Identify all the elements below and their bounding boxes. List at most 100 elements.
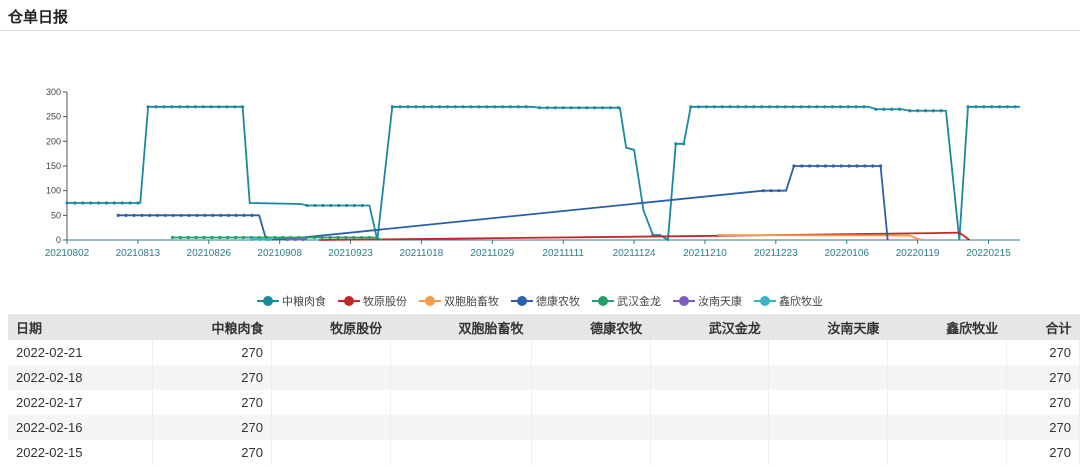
series-3	[116, 164, 889, 241]
column-header[interactable]: 德康农牧	[531, 314, 651, 340]
legend-item[interactable]: 中粮肉食	[257, 293, 326, 309]
column-header[interactable]: 日期	[8, 314, 153, 340]
y-tick-label: 50	[51, 210, 61, 220]
y-tick-label: 0	[56, 235, 61, 245]
series-line	[67, 105, 1020, 242]
data-table: 日期 中粮肉食 牧原股份 双胞胎畜牧 德康农牧 武汉金龙 汝南天康 鑫欣牧业 合计 2022-0…	[8, 314, 1080, 465]
data-point	[916, 109, 920, 113]
table-cell	[271, 390, 391, 415]
data-point	[783, 105, 787, 109]
data-point	[871, 164, 875, 168]
data-point	[305, 203, 309, 208]
data-point	[600, 106, 605, 110]
column-header[interactable]: 鑫欣牧业	[887, 314, 1007, 340]
data-point	[569, 106, 573, 110]
legend-item[interactable]: 武汉金龙	[592, 293, 661, 309]
y-tick-label: 300	[46, 87, 61, 97]
table-cell: 270	[1006, 415, 1080, 440]
data-point	[830, 105, 835, 109]
data-point	[195, 213, 199, 217]
data-point	[593, 106, 597, 110]
data-point	[186, 235, 190, 240]
data-point	[931, 109, 935, 113]
table-cell	[390, 440, 532, 465]
legend-label: 德康农牧	[536, 296, 580, 308]
data-point	[226, 235, 230, 240]
data-point	[577, 106, 581, 110]
data-point	[862, 105, 866, 109]
data-point	[194, 235, 198, 240]
table-cell	[887, 440, 1007, 465]
column-header[interactable]: 中粮肉食	[152, 314, 272, 340]
data-point	[336, 235, 340, 240]
y-tick-label: 250	[46, 112, 61, 122]
data-point	[854, 105, 858, 109]
data-point	[882, 107, 886, 111]
column-header[interactable]: 牧原股份	[271, 314, 391, 340]
data-point	[140, 213, 144, 217]
table-cell	[531, 340, 651, 365]
data-point	[89, 201, 93, 205]
data-point	[823, 105, 827, 109]
y-tick-label: 200	[46, 136, 61, 146]
data-point	[313, 203, 317, 208]
data-point	[493, 105, 497, 109]
data-point	[344, 235, 348, 240]
legend-item[interactable]: 德康农牧	[511, 293, 580, 309]
data-point	[477, 105, 481, 109]
table-cell	[650, 390, 770, 415]
data-point	[226, 213, 231, 217]
data-point	[674, 142, 678, 146]
data-point	[201, 105, 205, 109]
table-cell: 270	[152, 415, 272, 440]
data-point	[791, 105, 795, 109]
table-cell	[271, 440, 391, 465]
data-point	[414, 105, 418, 109]
data-point	[170, 105, 174, 109]
data-point	[761, 189, 765, 193]
table-cell: 2022-02-18	[8, 365, 154, 390]
legend-item[interactable]: 鑫欣牧业	[754, 293, 823, 309]
data-point	[815, 105, 819, 109]
table-cell: 270	[152, 365, 272, 390]
table-cell	[271, 365, 391, 390]
data-point	[777, 189, 781, 193]
table-cell	[650, 415, 770, 440]
data-point	[155, 213, 160, 217]
legend-item[interactable]: 双胞胎畜牧	[419, 293, 499, 309]
x-tick-label: 20210908	[257, 248, 302, 259]
data-point	[939, 109, 943, 113]
data-point	[767, 105, 772, 109]
table-cell	[768, 340, 888, 365]
data-point	[524, 105, 528, 109]
data-point	[516, 105, 520, 109]
legend-item[interactable]: 牧原股份	[338, 293, 407, 309]
data-point	[234, 213, 238, 217]
data-point	[1013, 105, 1017, 109]
table-cell: 270	[152, 440, 272, 465]
y-tick-label: 100	[46, 186, 61, 196]
data-point	[897, 107, 902, 111]
column-header[interactable]: 汝南天康	[768, 314, 888, 340]
data-point	[775, 105, 780, 109]
data-point	[273, 235, 277, 240]
data-point	[128, 201, 132, 205]
data-point	[301, 237, 305, 242]
data-point	[390, 105, 394, 109]
column-header[interactable]: 双胞胎畜牧	[390, 314, 532, 340]
data-point	[146, 105, 150, 109]
data-point	[712, 105, 717, 109]
data-point	[328, 235, 332, 240]
data-point	[120, 201, 124, 205]
column-header[interactable]: 武汉金龙	[650, 314, 769, 340]
data-point	[179, 213, 183, 217]
line-chart: 0 50 100 150 200 250 300 20210802 20210813 202108…	[45, 87, 1020, 259]
data-point	[508, 105, 513, 109]
column-header[interactable]: 合计	[1006, 314, 1080, 340]
data-point	[344, 203, 349, 208]
table-cell	[390, 340, 532, 365]
table-cell: 270	[1006, 365, 1080, 390]
data-point	[422, 105, 426, 109]
data-point	[285, 237, 290, 242]
legend-item[interactable]: 汝南天康	[673, 293, 742, 309]
